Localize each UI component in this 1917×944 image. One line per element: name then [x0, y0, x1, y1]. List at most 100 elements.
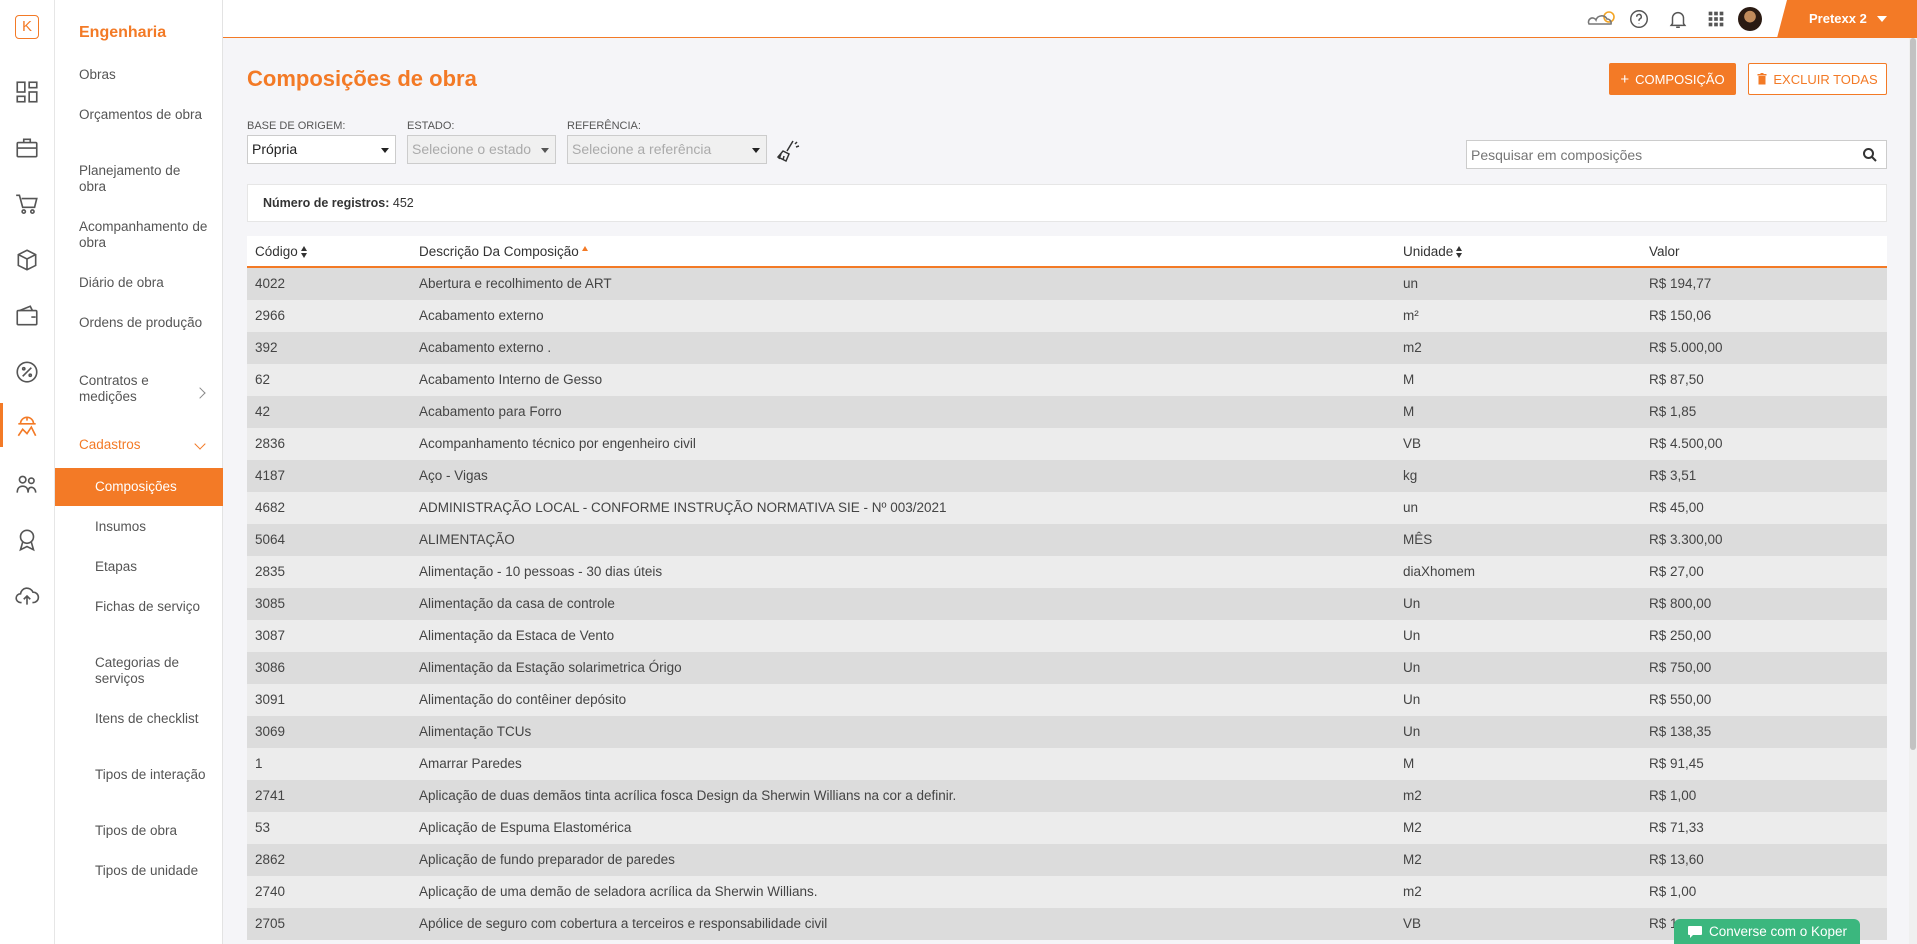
table-row[interactable]: 2741 Aplicação de duas demãos tinta acríl… — [247, 780, 1887, 812]
sidebar-subitem-etapas[interactable]: Etapas — [95, 559, 210, 575]
header-description[interactable]: Descrição Da Composição — [419, 244, 589, 259]
table-row[interactable]: 53 Aplicação de Espuma Elastomérica M2 R$ 7… — [247, 812, 1887, 844]
sidebar-item-ordens[interactable]: Ordens de produção — [79, 315, 209, 331]
scrollbar-thumb[interactable] — [1910, 38, 1916, 750]
dropdown-arrow-icon — [541, 148, 549, 153]
sidebar-item-cadastros[interactable]: Cadastros — [79, 437, 209, 453]
table-row[interactable]: 3069 Alimentação TCUs Un R$ 138,35 — [247, 716, 1887, 748]
cell-value: R$ 1,00 — [1649, 884, 1697, 899]
cell-code: 2741 — [255, 788, 286, 803]
table-row[interactable]: 2836 Acompanhamento técnico por engenheir… — [247, 428, 1887, 460]
page-scrollbar[interactable] — [1909, 38, 1917, 944]
rail-active-indicator — [0, 403, 3, 447]
table-row[interactable]: 42 Acabamento para Forro M R$ 1,85 — [247, 396, 1887, 428]
table-body: 4022 Abertura e recolhimento de ART un R$ 1… — [247, 268, 1887, 940]
cell-value: R$ 4.500,00 — [1649, 436, 1723, 451]
sidebar-item-planejamento[interactable]: Planejamento de obra — [79, 163, 209, 195]
table-row[interactable]: 2705 Apólice de seguro com cobertura a te… — [247, 908, 1887, 940]
sidebar-subitem-interacao[interactable]: Tipos de interação — [95, 767, 210, 783]
cloud-upload-icon[interactable] — [13, 582, 41, 610]
cell-description: Amarrar Paredes — [419, 756, 522, 771]
sidebar-subitem-tipos-unidade[interactable]: Tipos de unidade — [95, 863, 210, 879]
chat-widget-button[interactable]: Converse com o Koper — [1674, 919, 1860, 944]
base-select[interactable]: Própria — [247, 135, 396, 164]
clear-filters-icon[interactable] — [775, 138, 801, 164]
cell-code: 3085 — [255, 596, 286, 611]
sidebar-item-obras[interactable]: Obras — [79, 67, 209, 83]
table-row[interactable]: 3085 Alimentação da casa de controle Un R$ … — [247, 588, 1887, 620]
boxes-icon[interactable] — [13, 246, 41, 274]
table-row[interactable]: 3091 Alimentação do contêiner depósito Un R… — [247, 684, 1887, 716]
team-icon[interactable] — [13, 470, 41, 498]
koper-logo[interactable]: K — [15, 15, 39, 39]
chevron-right-icon — [194, 387, 206, 399]
avatar[interactable] — [1738, 7, 1762, 31]
table-row[interactable]: 392 Acabamento externo . m2 R$ 5.000,00 — [247, 332, 1887, 364]
sidebar-item-orcamentos[interactable]: Orçamentos de obra — [79, 107, 209, 123]
cell-value: R$ 5.000,00 — [1649, 340, 1723, 355]
chat-icon — [1687, 925, 1702, 938]
bell-icon[interactable] — [1667, 8, 1689, 30]
sidebar-section-title: Engenharia — [79, 24, 167, 41]
dashboard-icon[interactable] — [13, 78, 41, 106]
help-icon[interactable] — [1628, 8, 1650, 30]
table-row[interactable]: 4187 Aço - Vigas kg R$ 3,51 — [247, 460, 1887, 492]
briefcase-icon[interactable] — [13, 134, 41, 162]
table-row[interactable]: 2835 Alimentação - 10 pessoas - 30 dias ú… — [247, 556, 1887, 588]
plus-icon: + — [1620, 70, 1630, 88]
table-row[interactable]: 2740 Aplicação de uma demão de seladora a… — [247, 876, 1887, 908]
cell-value: R$ 550,00 — [1649, 692, 1712, 707]
cell-value: R$ 1,85 — [1649, 404, 1697, 419]
table-row[interactable]: 62 Acabamento Interno de Gesso M R$ 87,50 — [247, 364, 1887, 396]
percent-icon[interactable] — [13, 358, 41, 386]
sidebar: Engenharia Obras Orçamentos de obra Plan… — [55, 0, 223, 944]
sidebar-subitem-fichas[interactable]: Fichas de serviço — [95, 599, 210, 615]
sidebar-subitem-composicoes[interactable]: Composições — [55, 468, 223, 506]
cell-value: R$ 138,35 — [1649, 724, 1712, 739]
sidebar-item-contratos[interactable]: Contratos e medições — [79, 373, 179, 405]
sidebar-subitem-tipos-obra[interactable]: Tipos de obra — [95, 823, 210, 839]
search-box[interactable] — [1466, 140, 1887, 169]
table-row[interactable]: 1 Amarrar Paredes M R$ 91,45 — [247, 748, 1887, 780]
header-unit[interactable]: Unidade — [1403, 244, 1463, 259]
delete-all-button[interactable]: EXCLUIR TODAS — [1748, 63, 1887, 95]
cell-unit: M2 — [1403, 820, 1422, 835]
cell-code: 3091 — [255, 692, 286, 707]
badge-icon[interactable] — [13, 526, 41, 554]
cart-icon[interactable] — [13, 190, 41, 218]
cell-description: Aplicação de Espuma Elastomérica — [419, 820, 632, 835]
wallet-icon[interactable] — [13, 302, 41, 330]
header-code[interactable]: Código — [255, 244, 308, 259]
referencia-label: REFERÊNCIA: — [567, 120, 641, 132]
table-row[interactable]: 5064 ALIMENTAÇÃO MÊS R$ 3.300,00 — [247, 524, 1887, 556]
sidebar-subitem-checklist[interactable]: Itens de checklist — [95, 711, 210, 727]
user-menu[interactable]: Pretexx 2 — [1777, 0, 1917, 38]
estado-select[interactable]: Selecione o estado — [407, 135, 556, 164]
table-row[interactable]: 2862 Aplicação de fundo preparador de par… — [247, 844, 1887, 876]
apps-grid-icon[interactable] — [1705, 8, 1727, 30]
table-row[interactable]: 3087 Alimentação da Estaca de Vento Un R$ 2… — [247, 620, 1887, 652]
cell-unit: Un — [1403, 692, 1421, 707]
icon-rail: K — [0, 0, 55, 944]
cell-code: 3069 — [255, 724, 286, 739]
sidebar-item-acompanhamento[interactable]: Acompanhamento de obra — [79, 219, 209, 251]
cell-unit: MÊS — [1403, 532, 1433, 547]
cell-code: 42 — [255, 404, 271, 419]
cell-description: Alimentação do contêiner depósito — [419, 692, 627, 707]
table-row[interactable]: 3086 Alimentação da Estação solarimetrica… — [247, 652, 1887, 684]
search-icon[interactable] — [1862, 147, 1878, 163]
referencia-select[interactable]: Selecione a referência — [567, 135, 767, 164]
table-row[interactable]: 4682 ADMINISTRAÇÃO LOCAL - CONFORME INSTR… — [247, 492, 1887, 524]
table-row[interactable]: 4022 Abertura e recolhimento de ART un R$ 1… — [247, 268, 1887, 300]
engineering-icon[interactable] — [13, 412, 41, 440]
add-composition-button[interactable]: + COMPOSIÇÃO — [1609, 63, 1736, 95]
sidebar-item-diario[interactable]: Diário de obra — [79, 275, 209, 291]
sidebar-subitem-categorias[interactable]: Categorias de serviços — [95, 655, 210, 687]
sort-icon — [300, 246, 308, 259]
table-row[interactable]: 2966 Acabamento externo m² R$ 150,06 — [247, 300, 1887, 332]
sidebar-subitem-insumos[interactable]: Insumos — [95, 519, 210, 535]
search-input[interactable] — [1467, 141, 1857, 168]
weather-icon[interactable] — [1585, 8, 1619, 30]
cell-value: R$ 3,51 — [1649, 468, 1697, 483]
sort-asc-icon — [581, 246, 589, 252]
